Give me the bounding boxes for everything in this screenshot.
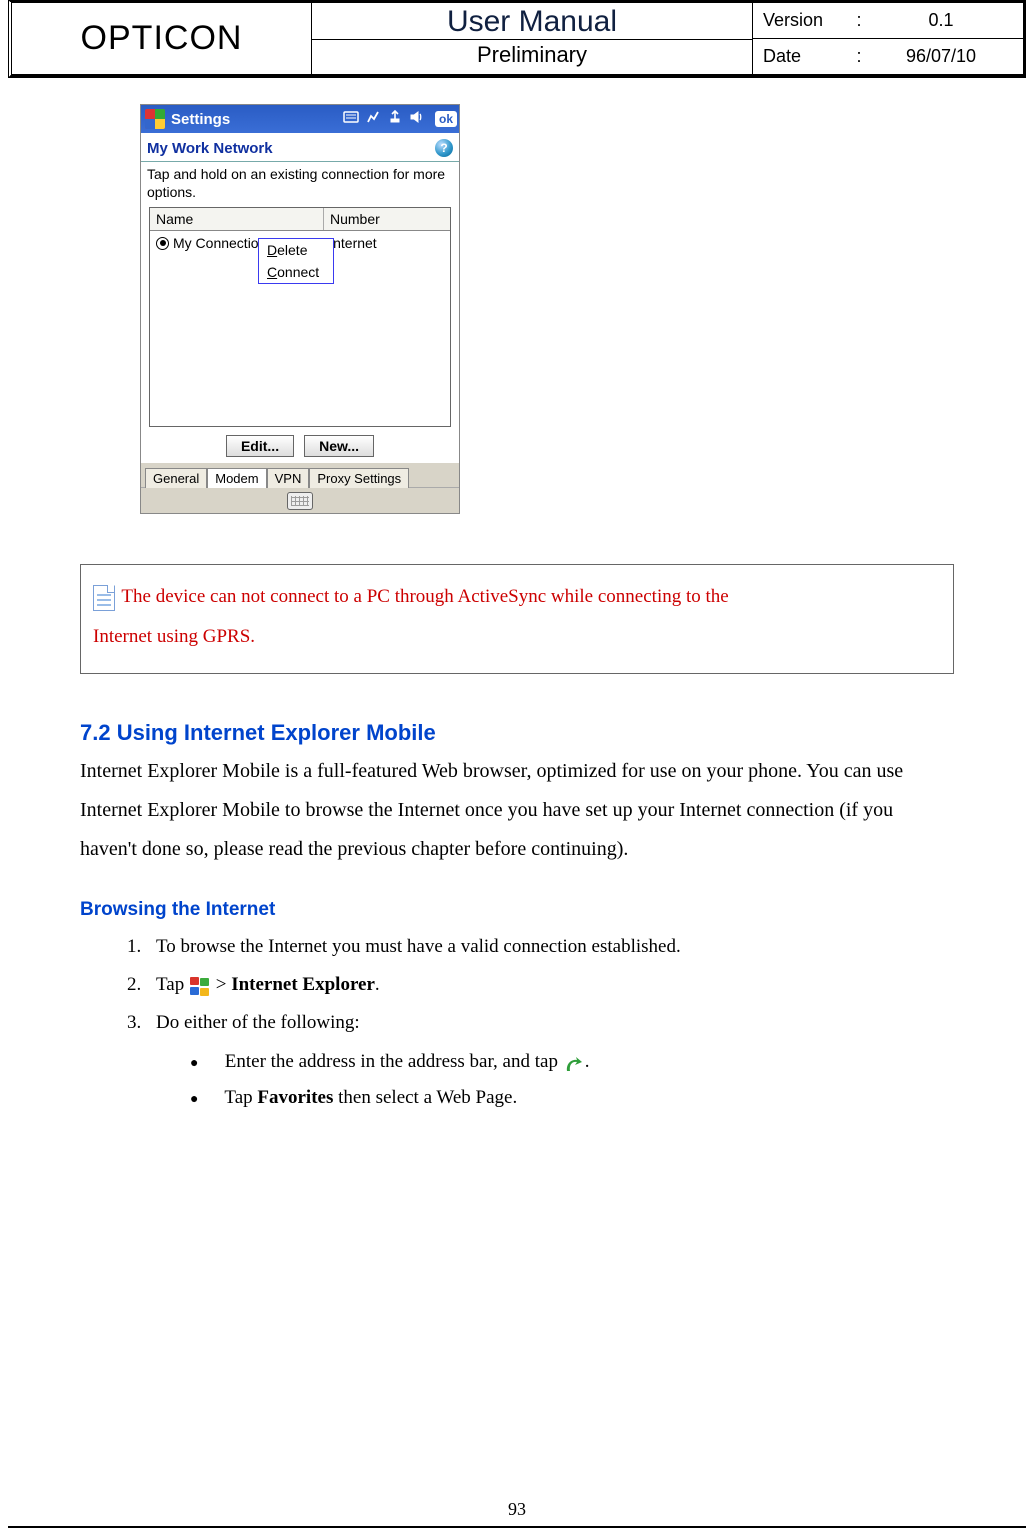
bullet-2: Tap Favorites then select a Web Page. bbox=[190, 1080, 954, 1116]
meta-date-row: Date : 96/07/10 bbox=[753, 38, 1023, 74]
radio-selected-icon bbox=[156, 237, 169, 250]
doc-title: User Manual bbox=[312, 3, 752, 40]
section-7-2-heading: 7.2 Using Internet Explorer Mobile bbox=[80, 720, 954, 746]
step-1: To browse the Internet you must have a v… bbox=[146, 929, 954, 964]
tab-proxy-settings[interactable]: Proxy Settings bbox=[309, 468, 409, 488]
footer-rule bbox=[8, 1526, 1026, 1528]
window-titlebar: Settings ok bbox=[141, 105, 459, 133]
note-text-line1: The device can not connect to a PC throu… bbox=[117, 586, 729, 607]
col-name[interactable]: Name bbox=[150, 208, 324, 230]
section-7-2-para: Internet Explorer Mobile is a full-featu… bbox=[80, 752, 954, 869]
tab-general[interactable]: General bbox=[145, 468, 207, 488]
start-flag-icon bbox=[189, 975, 211, 997]
window-title: Settings bbox=[171, 111, 343, 128]
page-number: 93 bbox=[0, 1499, 1034, 1520]
note-icon bbox=[93, 585, 115, 611]
step-2: Tap > Internet Explorer. bbox=[146, 967, 954, 1002]
row-number: internet bbox=[324, 231, 450, 255]
context-menu-delete[interactable]: Delete bbox=[259, 239, 333, 261]
sip-icon[interactable] bbox=[343, 109, 359, 129]
doc-title-block: User Manual Preliminary bbox=[312, 3, 753, 74]
volume-icon[interactable] bbox=[409, 109, 425, 129]
brand-name: OPTICON bbox=[12, 3, 312, 74]
context-menu: Delete Connect bbox=[258, 238, 334, 284]
connectivity-icon[interactable] bbox=[365, 109, 381, 129]
tab-modem[interactable]: Modem bbox=[207, 468, 266, 488]
bullet-1: Enter the address in the address bar, an… bbox=[190, 1044, 954, 1080]
browsing-heading: Browsing the Internet bbox=[80, 899, 954, 921]
go-arrow-icon bbox=[563, 1052, 585, 1074]
row-name: My Connection bbox=[173, 235, 266, 251]
connections-table: Name Number My Connection internet Delet… bbox=[149, 207, 451, 427]
meta-version-label: Version bbox=[763, 10, 849, 31]
meta-date-value: 96/07/10 bbox=[869, 46, 1013, 67]
doc-subtitle: Preliminary bbox=[312, 40, 752, 74]
help-icon[interactable]: ? bbox=[435, 139, 453, 157]
note-text-line2: Internet using GPRS. bbox=[93, 626, 255, 647]
document-header: OPTICON User Manual Preliminary Version … bbox=[8, 0, 1026, 78]
page-subheader: My Work Network ? bbox=[141, 133, 459, 162]
settings-screenshot: Settings ok bbox=[140, 104, 460, 514]
doc-meta: Version : 0.1 Date : 96/07/10 bbox=[753, 3, 1023, 74]
browsing-bullets: Enter the address in the address bar, an… bbox=[80, 1044, 954, 1116]
edit-button[interactable]: Edit... bbox=[226, 435, 294, 457]
meta-date-label: Date bbox=[763, 46, 849, 67]
browsing-steps: To browse the Internet you must have a v… bbox=[80, 929, 954, 1040]
page-subheader-text: My Work Network bbox=[147, 140, 273, 157]
new-button[interactable]: New... bbox=[304, 435, 374, 457]
keyboard-icon[interactable] bbox=[287, 492, 313, 510]
tab-vpn[interactable]: VPN bbox=[267, 468, 310, 488]
table-head: Name Number bbox=[150, 208, 450, 231]
col-number[interactable]: Number bbox=[324, 208, 450, 230]
colon: : bbox=[849, 10, 869, 31]
signal-icon[interactable] bbox=[387, 109, 403, 129]
context-menu-connect[interactable]: Connect bbox=[259, 261, 333, 283]
step-3: Do either of the following: bbox=[146, 1005, 954, 1040]
note-box: The device can not connect to a PC throu… bbox=[80, 564, 954, 674]
colon: : bbox=[849, 46, 869, 67]
sip-bar bbox=[141, 487, 459, 513]
meta-version-row: Version : 0.1 bbox=[753, 3, 1023, 38]
tab-bar: General Modem VPN Proxy Settings bbox=[141, 463, 459, 487]
ok-button[interactable]: ok bbox=[435, 111, 457, 127]
meta-version-value: 0.1 bbox=[869, 10, 1013, 31]
button-row: Edit... New... bbox=[141, 431, 459, 463]
instruction-text: Tap and hold on an existing connection f… bbox=[141, 162, 459, 207]
start-flag-icon[interactable] bbox=[145, 109, 165, 129]
